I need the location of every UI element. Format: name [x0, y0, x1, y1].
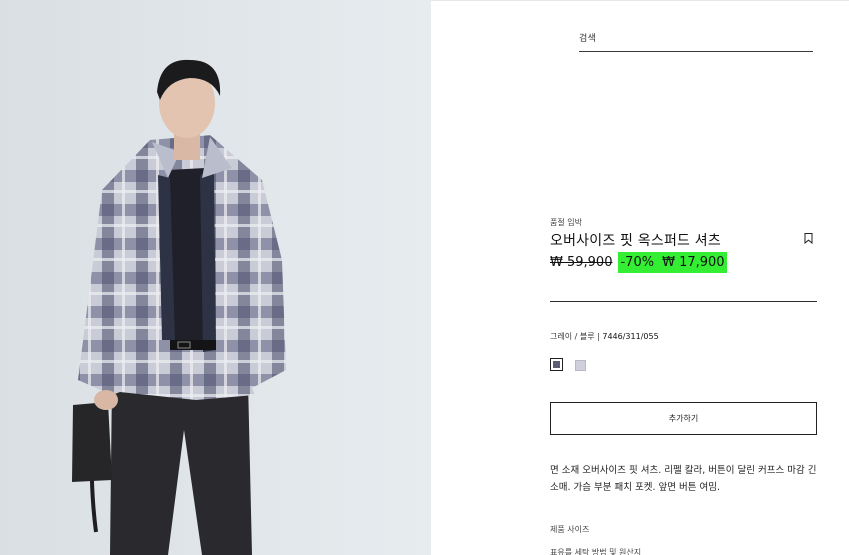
- stock-status-tag: 품절 임박: [550, 218, 582, 227]
- product-title: 오버사이즈 핏 옥스퍼드 셔츠: [550, 233, 721, 249]
- color-info: 그레이 / 블루 | 7446/311/055: [550, 331, 659, 342]
- price-row: ₩ 59,900 -70% ₩ 17,900: [550, 252, 727, 273]
- section-divider: [550, 301, 817, 302]
- bookmark-icon[interactable]: [804, 233, 813, 244]
- search-input[interactable]: 검색: [579, 29, 813, 52]
- sale-price: ₩ 17,900: [662, 255, 725, 270]
- search-label: 검색: [579, 34, 597, 44]
- color-swatch-gray-blue[interactable]: [550, 358, 563, 371]
- size-section-title[interactable]: 제품 사이즈: [550, 524, 589, 535]
- model-wearing-checked-shirt-image: [0, 0, 431, 555]
- add-to-cart-button[interactable]: 추가하기: [550, 402, 817, 435]
- product-info-panel: 검색 품절 임박 오버사이즈 핏 옥스퍼드 셔츠 ₩ 59,900 -70% ₩…: [431, 0, 849, 555]
- swatch-fill: [553, 361, 560, 368]
- color-swatch-light-lilac[interactable]: [575, 360, 586, 371]
- product-description: 면 소재 오버사이즈 핏 셔츠. 리펠 칼라, 버튼이 달린 커프스 마감 긴소…: [550, 465, 817, 493]
- color-label: 그레이 / 블루 |: [550, 332, 603, 341]
- product-photo[interactable]: [0, 0, 431, 555]
- product-code: 7446/311/055: [602, 332, 659, 341]
- discount-percent: -70%: [620, 255, 655, 270]
- original-price: ₩ 59,900: [550, 255, 613, 270]
- product-page: 검색 품절 임박 오버사이즈 핏 옥스퍼드 셔츠 ₩ 59,900 -70% ₩…: [0, 0, 849, 555]
- sale-price-highlight: -70% ₩ 17,900: [618, 252, 727, 273]
- care-origin-link[interactable]: 표유를 세탁 방법 및 원산지: [550, 547, 641, 555]
